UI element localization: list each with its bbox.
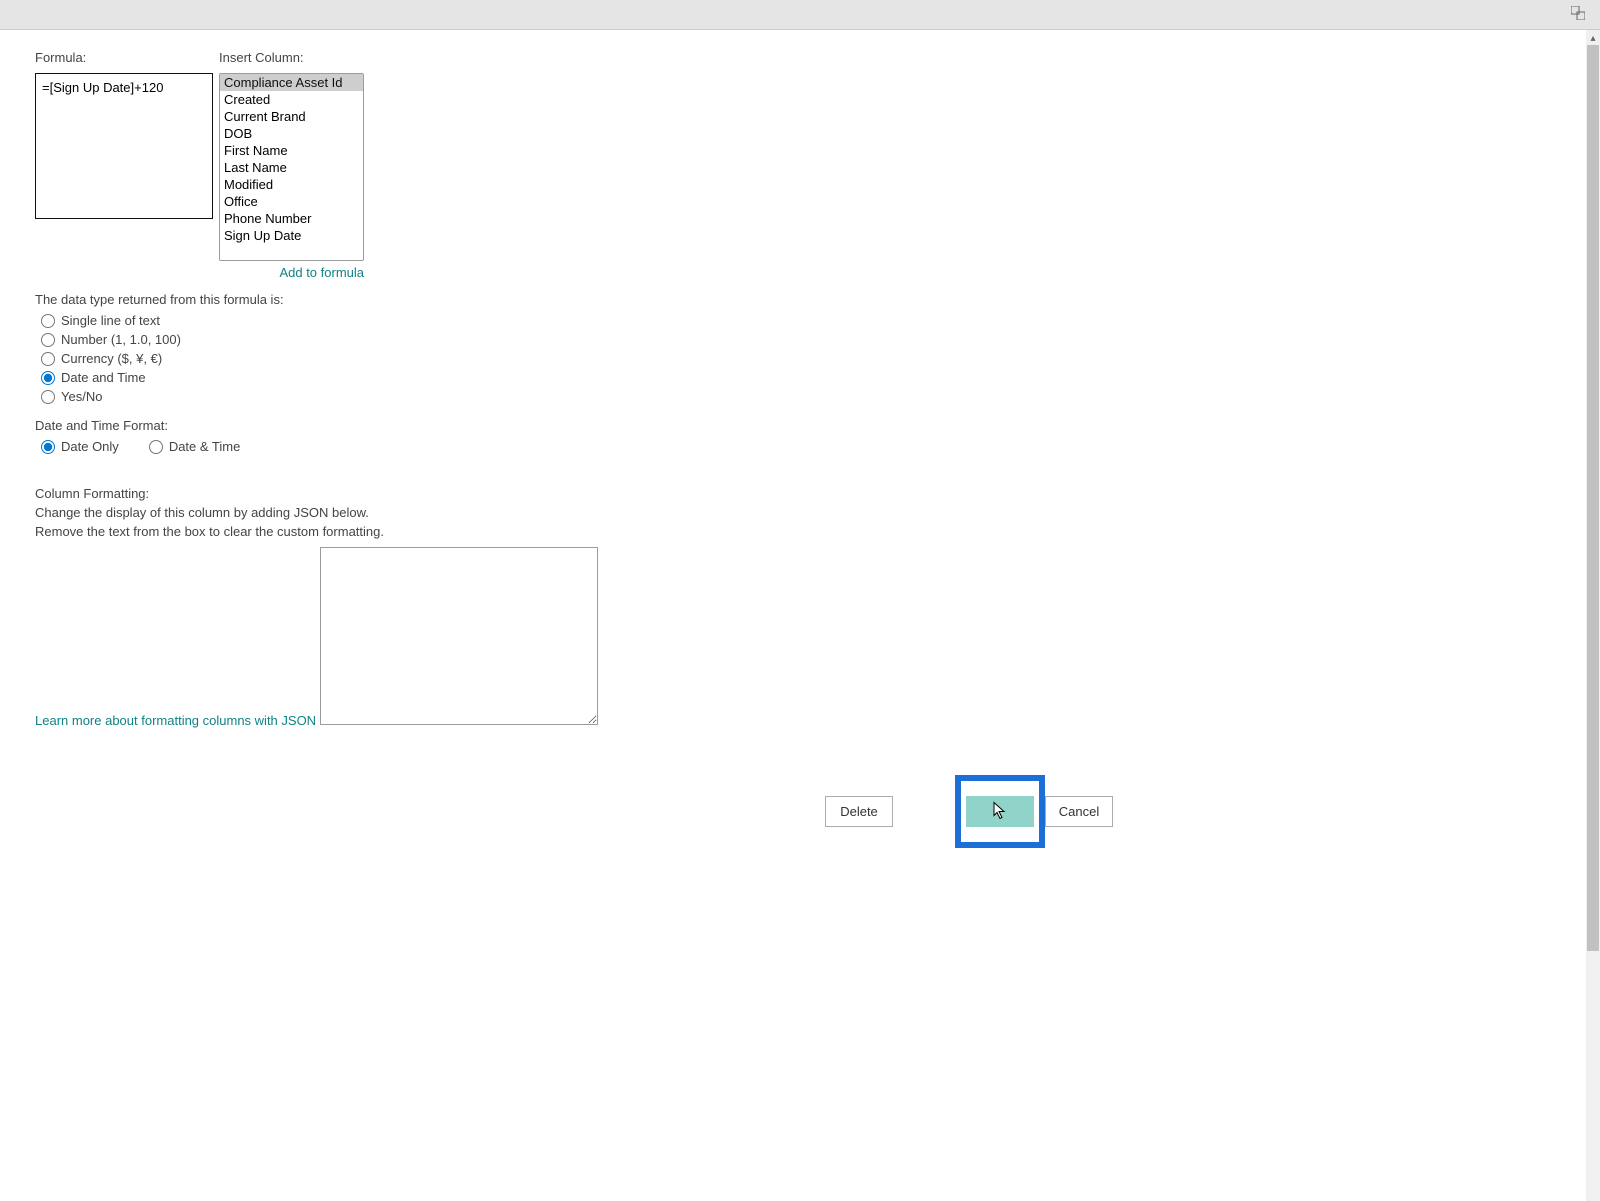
list-item[interactable]: DOB [220, 125, 363, 142]
radio-yes-no[interactable] [41, 390, 55, 404]
top-bar [0, 0, 1600, 30]
formula-label: Formula: [35, 50, 213, 65]
radio-currency-label[interactable]: Currency ($, ¥, €) [61, 351, 162, 366]
json-learn-more-link[interactable]: Learn more about formatting columns with… [35, 713, 316, 728]
radio-single-line-label[interactable]: Single line of text [61, 313, 160, 328]
radio-number-label[interactable]: Number (1, 1.0, 100) [61, 332, 181, 347]
formula-input[interactable] [35, 73, 213, 219]
list-item[interactable]: Office [220, 193, 363, 210]
list-item[interactable]: Modified [220, 176, 363, 193]
expand-icon[interactable] [1571, 6, 1585, 20]
list-item[interactable]: Created [220, 91, 363, 108]
content-area: Formula: Insert Column: Compliance Asset… [0, 30, 1600, 748]
insert-column-label: Insert Column: [219, 50, 364, 65]
json-formatting-input[interactable] [320, 547, 598, 725]
list-item[interactable]: Sign Up Date [220, 227, 363, 244]
data-type-radio-group: Single line of text Number (1, 1.0, 100)… [41, 311, 1565, 406]
radio-date-and-time[interactable] [149, 440, 163, 454]
column-listbox[interactable]: Compliance Asset Id Created Current Bran… [219, 73, 364, 261]
date-format-label: Date and Time Format: [35, 418, 1565, 433]
radio-date-only[interactable] [41, 440, 55, 454]
list-item[interactable]: First Name [220, 142, 363, 159]
radio-date-time-label[interactable]: Date and Time [61, 370, 146, 385]
add-to-formula-link[interactable]: Add to formula [219, 265, 364, 280]
radio-single-line[interactable] [41, 314, 55, 328]
date-format-radio-group: Date Only Date & Time [41, 437, 1565, 456]
scroll-thumb[interactable] [1587, 45, 1599, 951]
delete-button[interactable]: Delete [825, 796, 893, 827]
column-formatting-desc1: Change the display of this column by add… [35, 505, 1565, 520]
radio-number[interactable] [41, 333, 55, 347]
radio-date-only-label[interactable]: Date Only [61, 439, 119, 454]
cancel-button[interactable]: Cancel [1045, 796, 1113, 827]
column-formatting-label: Column Formatting: [35, 486, 1565, 501]
radio-currency[interactable] [41, 352, 55, 366]
list-item[interactable]: Last Name [220, 159, 363, 176]
radio-date-time[interactable] [41, 371, 55, 385]
radio-yes-no-label[interactable]: Yes/No [61, 389, 102, 404]
page-scrollbar[interactable]: ▴ [1586, 30, 1600, 1201]
list-item[interactable]: Compliance Asset Id [220, 74, 363, 91]
list-item[interactable]: Phone Number [220, 210, 363, 227]
scroll-up-icon[interactable]: ▴ [1586, 30, 1600, 46]
ok-button[interactable]: OK [966, 796, 1034, 827]
cursor-icon [992, 800, 1008, 823]
list-item[interactable]: Current Brand [220, 108, 363, 125]
button-bar: Delete OK Cancel [825, 775, 1113, 848]
radio-date-and-time-label[interactable]: Date & Time [169, 439, 241, 454]
data-type-label: The data type returned from this formula… [35, 292, 1565, 307]
ok-highlight-box: OK [955, 775, 1045, 848]
column-formatting-desc2: Remove the text from the box to clear th… [35, 524, 1565, 539]
